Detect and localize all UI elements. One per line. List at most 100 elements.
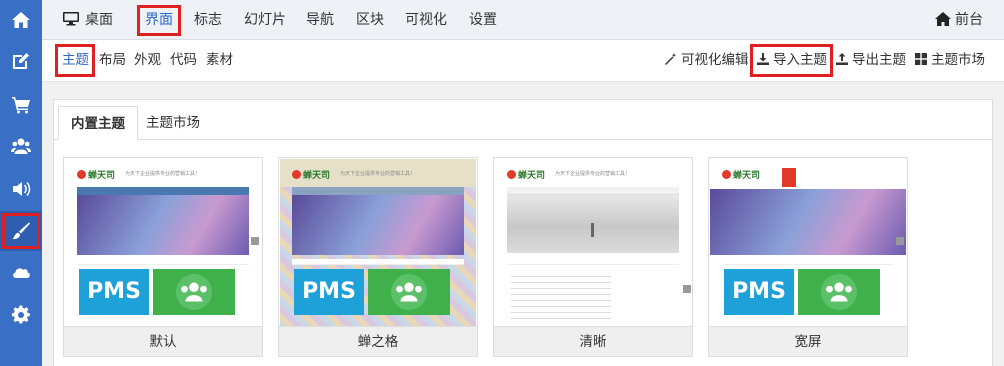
- left-sidebar: [0, 0, 42, 366]
- thumb-qr-icon: [896, 237, 904, 245]
- thumb-nav: [507, 187, 679, 195]
- thumb-group-tile: [368, 269, 450, 315]
- thumb-pms-tile: PMS: [724, 269, 794, 315]
- thumb-qr-icon: [683, 285, 691, 293]
- subnav-layout-label: 布局: [99, 52, 126, 68]
- theme-market-button[interactable]: 主题市场: [915, 40, 985, 80]
- thumb-pms-tile: PMS: [294, 269, 364, 315]
- theme-card-default[interactable]: 蝉天司 为天下企业提供专业的营销工具！ PMS 默认: [63, 157, 263, 357]
- thumb-logo: 蝉天司: [77, 168, 115, 181]
- import-theme-button[interactable]: 导入主题: [750, 40, 833, 80]
- thumb-logo: 蝉天司: [722, 168, 760, 181]
- theme-name: 蝉之格: [279, 326, 477, 356]
- thumb-slogan: 为天下企业提供专业的营销工具！: [340, 171, 416, 177]
- gear-icon[interactable]: [0, 296, 42, 334]
- thumb-slogan: 为天下企业提供专业的营销工具！: [555, 171, 631, 177]
- export-theme-label: 导出主题: [852, 52, 906, 68]
- thumb-section: [292, 259, 464, 265]
- thumb-group-tile: [153, 269, 235, 315]
- nav-interface-label: 界面: [145, 12, 173, 28]
- thumb-group-tile: [798, 269, 880, 315]
- magic-wand-icon: [665, 53, 677, 65]
- subnav-layout[interactable]: 布局: [99, 40, 126, 80]
- thumb-logo-text: 蝉天司: [733, 171, 761, 181]
- nav-desktop[interactable]: 桌面: [63, 0, 113, 40]
- nav-logo[interactable]: 标志: [194, 0, 222, 40]
- thumb-active-menu: [782, 168, 796, 187]
- thumb-figure: [591, 223, 594, 237]
- subnav-theme[interactable]: 主题: [55, 40, 95, 80]
- tab-builtin-label: 内置主题: [71, 116, 125, 132]
- theme-market-label: 主题市场: [931, 52, 985, 68]
- nav-blocks[interactable]: 区块: [356, 0, 384, 40]
- nav-navigation[interactable]: 导航: [306, 0, 334, 40]
- volume-icon[interactable]: [0, 170, 42, 208]
- thumb-list: [511, 271, 611, 321]
- theme-card-widescreen[interactable]: 蝉天司 PMS 宽屏: [708, 157, 908, 357]
- nav-visual-label: 可视化: [405, 12, 447, 28]
- edit-icon[interactable]: [0, 42, 42, 80]
- cart-icon[interactable]: [0, 85, 42, 123]
- subnav-assets-label: 素材: [206, 52, 233, 68]
- export-theme-button[interactable]: 导出主题: [836, 40, 906, 80]
- thumb-logo: 蝉天司: [292, 168, 330, 181]
- nav-interface[interactable]: 界面: [137, 0, 181, 40]
- grid-icon: [915, 53, 927, 65]
- download-icon: [757, 53, 769, 65]
- theme-name: 清晰: [494, 326, 692, 356]
- theme-card-chanzhige[interactable]: 蝉天司 为天下企业提供专业的营销工具！ PMS 蝉之格: [278, 157, 478, 357]
- nav-frontend-label: 前台: [955, 12, 983, 28]
- subnav-code[interactable]: 代码: [170, 40, 197, 80]
- subnav-appearance-label: 外观: [134, 52, 161, 68]
- nav-desktop-label: 桌面: [85, 12, 113, 28]
- home-icon[interactable]: [0, 1, 42, 39]
- thumb-pms-tile: PMS: [79, 269, 149, 315]
- users-icon: [390, 273, 428, 311]
- nav-slideshow-label: 幻灯片: [244, 12, 286, 28]
- thumb-banner: [77, 195, 249, 255]
- users-icon[interactable]: [0, 127, 42, 165]
- cloud-icon[interactable]: [0, 253, 42, 291]
- tab-theme-market[interactable]: 主题市场: [134, 106, 212, 140]
- nav-settings-label: 设置: [469, 12, 497, 28]
- thumb-banner: [292, 195, 464, 255]
- nav-navigation-label: 导航: [306, 12, 334, 28]
- nav-frontend[interactable]: 前台: [935, 0, 983, 40]
- nav-settings[interactable]: 设置: [469, 0, 497, 40]
- desktop-icon: [63, 12, 79, 26]
- thumb-nav: [292, 187, 464, 195]
- subnav-code-label: 代码: [170, 52, 197, 68]
- visual-edit-label: 可视化编辑: [681, 52, 749, 68]
- thumb-nav: [77, 187, 249, 195]
- thumb-logo-text: 蝉天司: [88, 171, 116, 181]
- thumb-banner: [507, 195, 679, 253]
- users-icon: [175, 273, 213, 311]
- brush-icon[interactable]: [0, 211, 42, 251]
- nav-blocks-label: 区块: [356, 12, 384, 28]
- visual-edit-button[interactable]: 可视化编辑: [665, 40, 749, 80]
- thumb-qr-icon: [251, 237, 259, 245]
- thumb-banner: [710, 189, 906, 255]
- thumb-logo-text: 蝉天司: [303, 171, 331, 181]
- nav-logo-label: 标志: [194, 12, 222, 28]
- import-theme-label: 导入主题: [773, 52, 827, 68]
- home-icon: [935, 12, 951, 26]
- theme-card-clear[interactable]: 蝉天司 为天下企业提供专业的营销工具！ 清晰: [493, 157, 693, 357]
- tab-market-label: 主题市场: [146, 115, 200, 131]
- thumb-section: [507, 259, 679, 265]
- thumb-logo: 蝉天司: [507, 168, 545, 181]
- subnav-appearance[interactable]: 外观: [134, 40, 161, 80]
- nav-slideshow[interactable]: 幻灯片: [244, 0, 286, 40]
- tab-builtin-themes[interactable]: 内置主题: [58, 106, 138, 140]
- subnav-theme-label: 主题: [62, 52, 89, 68]
- nav-visual[interactable]: 可视化: [405, 0, 447, 40]
- theme-thumbnail: 蝉天司 为天下企业提供专业的营销工具！: [495, 159, 691, 329]
- theme-name: 默认: [64, 326, 262, 356]
- users-icon: [820, 273, 858, 311]
- theme-panel: 内置主题 主题市场 蝉天司 为天下企业提供专业的营销工具！ PMS 默认 蝉天司…: [53, 99, 993, 366]
- subnav-assets[interactable]: 素材: [206, 40, 233, 80]
- theme-tabs: 内置主题 主题市场: [54, 100, 992, 140]
- upload-icon: [836, 53, 848, 65]
- theme-name: 宽屏: [709, 326, 907, 356]
- thumb-section: [77, 259, 249, 265]
